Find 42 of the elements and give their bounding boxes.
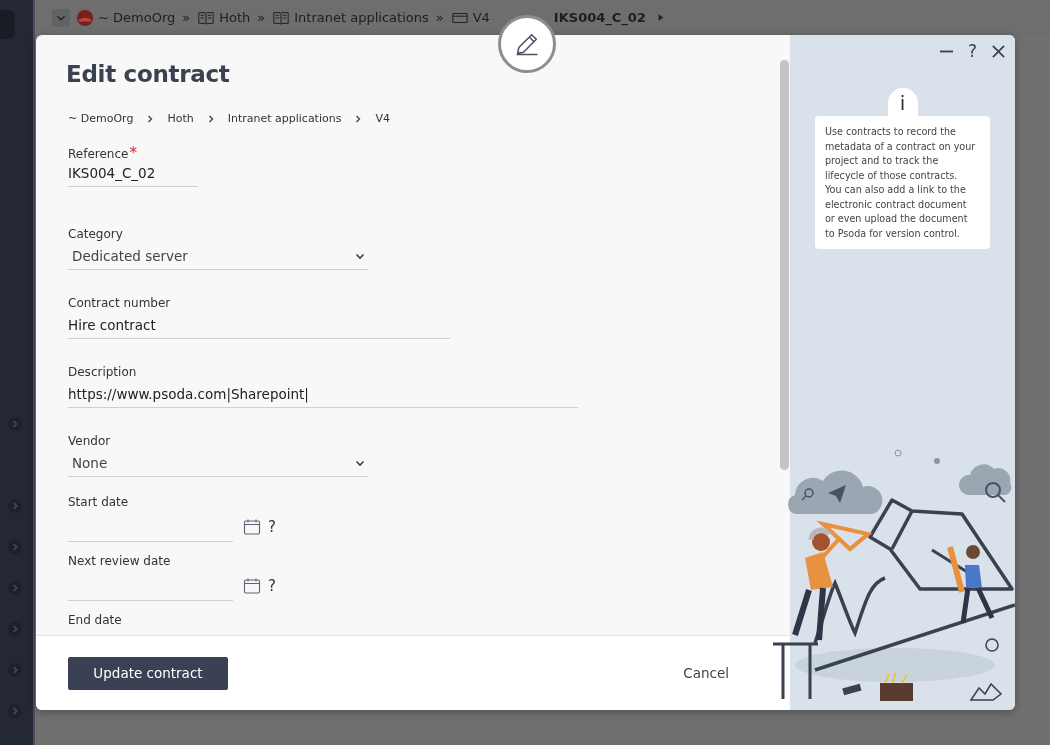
select-field[interactable]: Dedicated server xyxy=(68,243,368,270)
breadcrumb-separator: » xyxy=(182,10,191,25)
help-link[interactable]: ? xyxy=(967,41,977,61)
cancel-button[interactable]: Cancel xyxy=(677,664,735,682)
breadcrumb-separator: » xyxy=(435,10,444,25)
expand-icon[interactable] xyxy=(8,499,22,513)
close-icon[interactable] xyxy=(991,43,1006,59)
field-label: Category xyxy=(68,227,123,241)
update-button[interactable]: Update contract xyxy=(68,656,228,690)
text-field[interactable]: IKS004_C_02 xyxy=(68,160,198,187)
field-label: End date xyxy=(68,613,122,627)
dialog-title: Edit contract xyxy=(66,61,231,87)
help-link[interactable]: ? xyxy=(268,576,276,595)
expand-icon[interactable] xyxy=(8,663,22,677)
expand-icon[interactable] xyxy=(8,540,22,554)
breadcrumb-link[interactable]: Hoth xyxy=(167,112,194,125)
breadcrumb-separator: » xyxy=(257,10,266,25)
logo-icon xyxy=(76,8,94,27)
scrollbar[interactable] xyxy=(780,60,789,470)
help-link[interactable]: ? xyxy=(268,517,276,536)
expand-icon[interactable] xyxy=(8,417,22,431)
required-icon: * xyxy=(129,144,137,162)
field-label: Reference xyxy=(68,147,129,161)
field-label: Start date xyxy=(68,495,129,509)
field-label: Contract number xyxy=(68,296,171,310)
expand-icon[interactable] xyxy=(8,581,22,595)
play-icon[interactable] xyxy=(656,13,665,22)
field-label: Description xyxy=(68,365,137,379)
breadcrumb-link[interactable]: V4 xyxy=(375,112,390,125)
calendar-icon[interactable] xyxy=(243,517,261,536)
field-label: Next review date xyxy=(68,554,171,568)
expand-icon[interactable] xyxy=(8,704,22,718)
field-label: Vendor xyxy=(68,434,111,448)
select-field[interactable]: None xyxy=(68,450,368,477)
dropdown-icon[interactable] xyxy=(52,8,70,27)
text-field[interactable]: Hire contract xyxy=(68,312,450,339)
text-field[interactable]: https://www.psoda.com|Sharepoint| xyxy=(68,381,578,408)
calendar-icon[interactable] xyxy=(243,576,261,595)
info-text: Use contracts to record the metadata of a contract on your project and to track the lifecycle of those contracts. You can also add a link to the electronic contract document or even upload the document to Psoda for version control. xyxy=(815,116,990,249)
breadcrumb-link[interactable]: ~ DemoOrg xyxy=(68,112,134,125)
expand-icon[interactable] xyxy=(8,622,22,636)
breadcrumb-link[interactable]: Intranet applications xyxy=(227,112,342,125)
